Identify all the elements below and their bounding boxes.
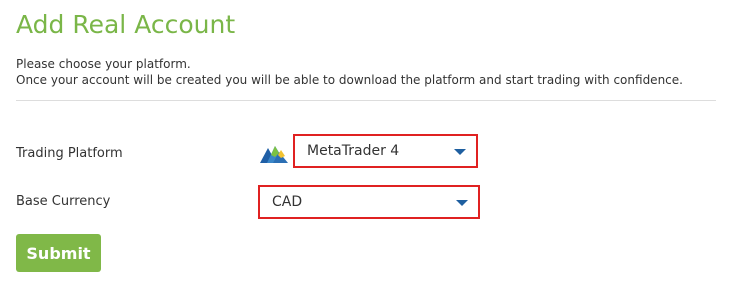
page-title: Add Real Account	[16, 10, 236, 39]
platform-select[interactable]: MetaTrader 4	[293, 134, 478, 168]
chevron-down-icon	[454, 149, 466, 155]
currency-select-value: CAD	[272, 194, 303, 210]
metatrader-logo-icon	[260, 146, 288, 163]
page-description: Please choose your platform. Once your a…	[16, 56, 683, 88]
currency-select[interactable]: CAD	[258, 185, 480, 219]
description-line-1: Please choose your platform.	[16, 57, 191, 71]
section-divider	[16, 100, 716, 101]
base-currency-label: Base Currency	[16, 194, 111, 209]
platform-select-value: MetaTrader 4	[307, 143, 400, 159]
submit-button[interactable]: Submit	[16, 234, 101, 272]
trading-platform-label: Trading Platform	[16, 146, 123, 161]
description-line-2: Once your account will be created you wi…	[16, 73, 683, 87]
chevron-down-icon	[456, 200, 468, 206]
